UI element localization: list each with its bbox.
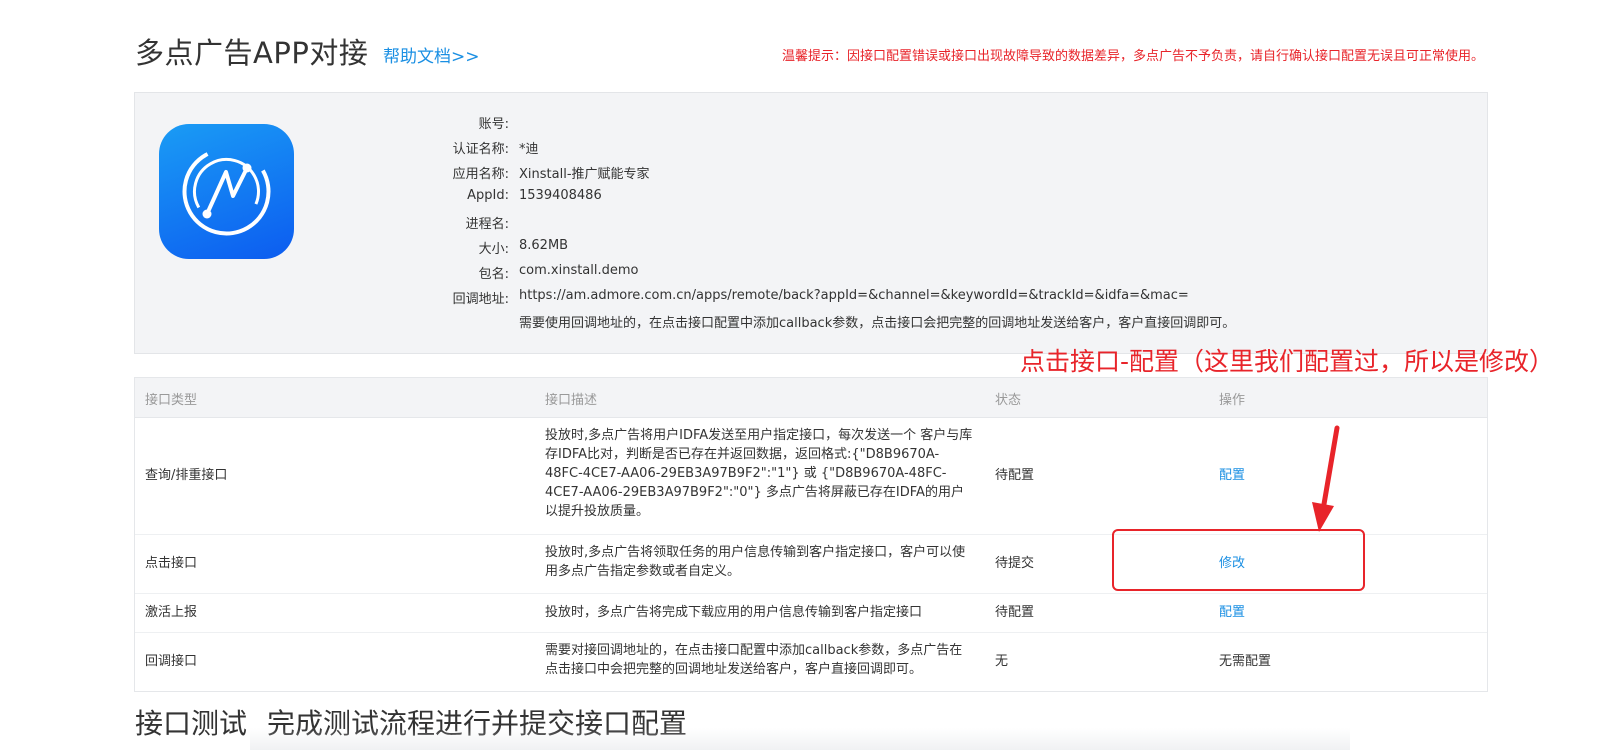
header-desc: 接口描述 [545,393,598,408]
header-action: 操作 [1219,393,1246,408]
info-value: https://am.admore.com.cn/apps/remote/bac… [519,288,1189,303]
row-type: 回调接口 [145,654,198,669]
row-description: 投放时,多点广告将用户IDFA发送至用户指定接口，每次发送一个 客户与库存IDF… [545,428,973,519]
row-status: 待配置 [995,605,1035,620]
xinstall-app-icon [159,124,294,259]
page-title: 多点广告APP对接 [135,36,369,70]
info-label: 大小: [478,242,509,257]
row-type: 点击接口 [145,556,198,571]
info-value: *迪 [519,142,539,157]
callback-note: 需要使用回调地址的，在点击接口配置中添加callback参数，点击接口会把完整的… [519,316,1236,331]
info-label: 包名: [478,267,509,282]
table-row: 激活上报 投放时，多点广告将完成下载应用的用户信息传输到客户指定接口 待配置 配置 [135,594,1487,633]
row-status: 待提交 [995,556,1035,571]
row-status: 无 [995,654,1009,669]
annotation-highlight-box [1112,529,1365,591]
row-type: 查询/排重接口 [145,468,228,483]
info-value: 8.62MB [519,238,569,253]
row-description: 投放时，多点广告将完成下载应用的用户信息传输到客户指定接口 [545,605,923,620]
table-row: 回调接口 需要对接回调地址的，在点击接口配置中添加callback参数，多点广告在… [135,633,1487,691]
info-label: 认证名称: [452,142,509,157]
row-description: 需要对接回调地址的，在点击接口配置中添加callback参数，多点广告在点击接口… [545,643,963,677]
bottom-shade [250,728,1350,750]
app-info-panel: 账号: 认证名称: *迪 应用名称: Xinstall-推广赋能专家 AppId: 1539… [134,92,1488,354]
table-row: 查询/排重接口 投放时,多点广告将用户IDFA发送至用户指定接口，每次发送一个 客… [135,418,1487,535]
info-label: AppId: [467,188,509,203]
row-action-text: 无需配置 [1219,654,1272,669]
info-label: 账号: [478,117,509,132]
info-label: 应用名称: [452,167,509,182]
row-type: 激活上报 [145,605,198,620]
row-description: 投放时,多点广告将领取任务的用户信息传输到客户指定接口，客户可以使用多点广告指定… [545,545,966,579]
info-value: 1539408486 [519,188,602,203]
header-status: 状态 [995,393,1022,408]
warning-notice: 温馨提示：因接口配置错误或接口出现故障导致的数据差异，多点广告不予负责，请自行确… [781,49,1484,64]
section-title-main: 接口测试 [135,707,248,740]
annotation-callout: 点击接口-配置（这里我们配置过，所以是修改） [1020,347,1555,376]
info-value: com.xinstall.demo [519,263,639,278]
row-status: 待配置 [995,468,1035,483]
info-label: 进程名: [465,217,509,232]
annotation-arrow-icon [1312,425,1340,532]
info-value: Xinstall-推广赋能专家 [519,167,650,182]
header-type: 接口类型 [145,393,198,408]
help-docs-link[interactable]: 帮助文档>> [383,42,480,67]
row-action-link[interactable]: 配置 [1219,466,1245,485]
row-action-link[interactable]: 配置 [1219,603,1245,622]
table-header: 接口类型 接口描述 状态 操作 [135,378,1487,418]
info-label: 回调地址: [452,292,509,307]
